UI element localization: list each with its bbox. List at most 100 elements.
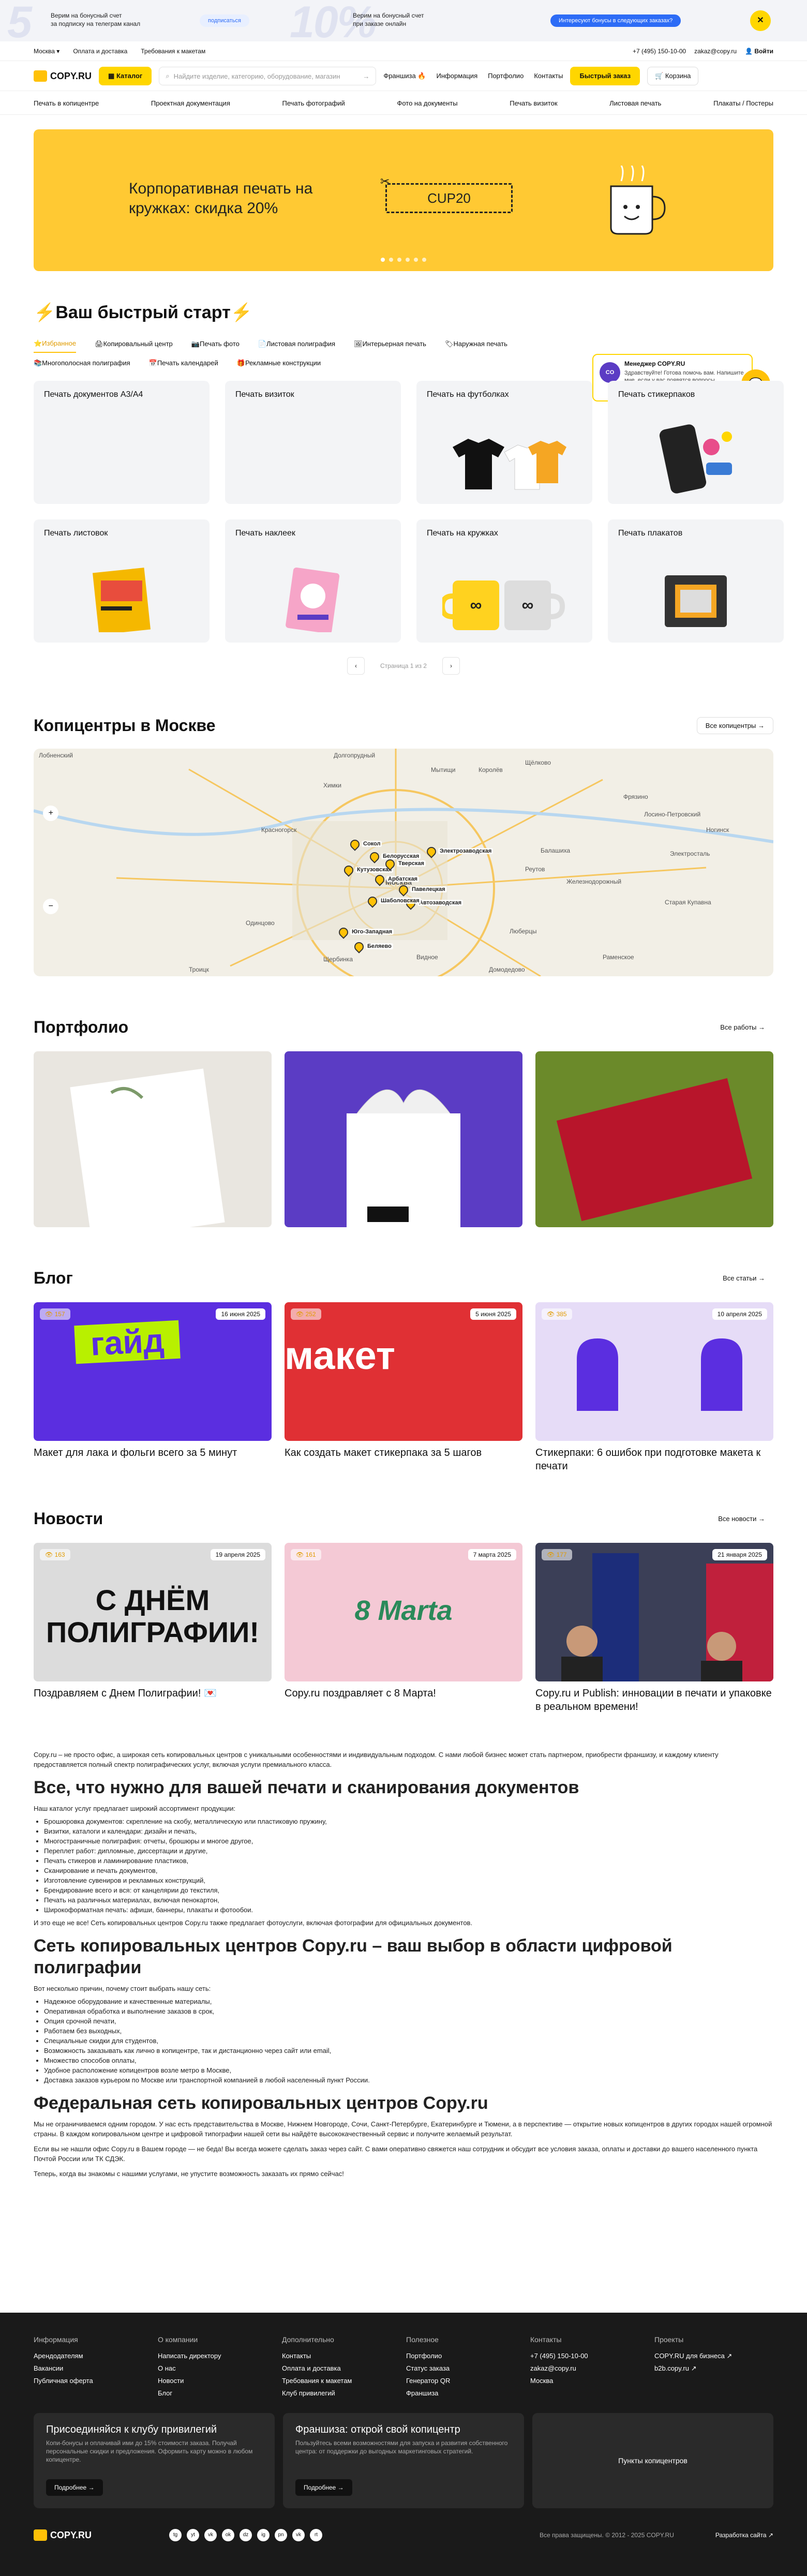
search-input[interactable]: ⌕ Найдите изделие, категорию, оборудовани…	[159, 67, 377, 85]
catnav-item[interactable]: Печать визиток	[510, 99, 557, 107]
footer-link[interactable]: Написать директору	[158, 2350, 282, 2362]
cart-button[interactable]: 🛒 Корзина	[647, 67, 699, 85]
city-select[interactable]: Москва ▾	[34, 48, 59, 55]
chevron-left-icon[interactable]: ‹	[347, 657, 365, 675]
product-card[interactable]: Печать наклеек	[225, 519, 401, 643]
product-card[interactable]: Печать на кружках ∞ ∞	[416, 519, 592, 643]
catalog-button[interactable]: ▦ Каталог	[99, 67, 152, 85]
telegram-icon[interactable]: tg	[169, 2529, 182, 2541]
tab-outdoor[interactable]: 🏷Наружная печать	[445, 335, 507, 353]
catnav-item[interactable]: Печать фотографий	[282, 99, 345, 107]
footer-link[interactable]: Москва	[530, 2375, 654, 2387]
blog-card[interactable]: 👁 385 10 апреля 2025 Стикерпаки: 6 ошибок…	[535, 1302, 773, 1473]
catnav-item[interactable]: Листовая печать	[609, 99, 661, 107]
catnav-item[interactable]: Печать в копицентре	[34, 99, 99, 107]
phone-link[interactable]: +7 (495) 150-10-00	[633, 48, 686, 55]
catnav-item[interactable]: Плакаты / Постеры	[713, 99, 773, 107]
arrow-right-icon[interactable]: →	[363, 72, 369, 80]
footer-link[interactable]: Франшиза	[406, 2387, 530, 2400]
all-works-link[interactable]: Все работы →	[712, 1019, 773, 1035]
tab-favorites[interactable]: ⭐Избранное	[34, 335, 77, 353]
franchise-more-button[interactable]: Подробнее →	[295, 2479, 352, 2496]
topline-link[interactable]: Требования к макетам	[141, 48, 205, 55]
all-centers-link[interactable]: Все копицентры →	[696, 717, 773, 734]
points-box[interactable]: Пункты копицентров	[532, 2413, 773, 2508]
tab-advertising[interactable]: 🎁Рекламные конструкции	[237, 355, 321, 371]
tab-sheet[interactable]: 📄Листовая полиграфия	[258, 335, 335, 353]
vk-icon[interactable]: vk	[204, 2529, 217, 2541]
logo[interactable]: COPY.RU	[34, 70, 92, 82]
nav-portfolio[interactable]: Портфолио	[488, 72, 524, 80]
link-label: Все копицентры	[705, 722, 756, 729]
all-news-link[interactable]: Все новости →	[710, 1511, 773, 1527]
vk-video-icon[interactable]: vk	[292, 2529, 305, 2541]
footer-link[interactable]: Статус заказа	[406, 2362, 530, 2375]
zoom-in-icon[interactable]: +	[43, 806, 58, 821]
news-card[interactable]: С ДНЁМ ПОЛИГРАФИИ! 👁 163 19 апреля 2025 П…	[34, 1543, 272, 1714]
tab-calendars[interactable]: 📅Печать календарей	[149, 355, 218, 371]
tab-copy-center[interactable]: 🖨Копировальный центр	[95, 335, 173, 353]
news-card[interactable]: 8 Marta 👁 161 7 марта 2025 Copy.ru поздра…	[285, 1543, 522, 1714]
blog-card[interactable]: гайд 👁 157 16 июня 2025 Макет для лака и …	[34, 1302, 272, 1473]
footer-link[interactable]: Блог	[158, 2387, 282, 2400]
footer-link[interactable]: Арендодателям	[34, 2350, 158, 2362]
blog-card[interactable]: макет 👁 252 5 июня 2025 Как создать макет…	[285, 1302, 522, 1473]
footer-link[interactable]: О нас	[158, 2362, 282, 2375]
close-icon[interactable]: ✕	[750, 10, 771, 31]
product-card[interactable]: Печать листовок	[34, 519, 210, 643]
chevron-right-icon[interactable]: ›	[442, 657, 460, 675]
ok-icon[interactable]: ok	[222, 2529, 235, 2541]
footer-link[interactable]: Контакты	[282, 2350, 406, 2362]
subscribe-button[interactable]: подписаться	[200, 14, 249, 27]
map-label: Королёв	[479, 766, 503, 773]
nav-info[interactable]: Информация	[437, 72, 478, 80]
topline-link[interactable]: Оплата и доставка	[73, 48, 127, 55]
all-articles-link[interactable]: Все статьи →	[714, 1270, 773, 1286]
footer-link[interactable]: Генератор QR	[406, 2375, 530, 2387]
zoom-out-icon[interactable]: −	[43, 899, 58, 914]
tab-photo[interactable]: 📷Печать фото	[191, 335, 240, 353]
instagram-icon[interactable]: ig	[257, 2529, 270, 2541]
footer-link[interactable]: b2b.copy.ru ↗	[654, 2362, 779, 2375]
pinterest-icon[interactable]: pn	[275, 2529, 288, 2541]
footer-logo[interactable]: COPY.RU	[34, 2529, 92, 2541]
promo-banner[interactable]: Корпоративная печать на кружках: скидка …	[34, 129, 773, 271]
footer-link[interactable]: zakaz@copy.ru	[530, 2362, 654, 2375]
footer-link[interactable]: COPY.RU для бизнеса ↗	[654, 2350, 779, 2362]
footer-link[interactable]: +7 (495) 150-10-00	[530, 2350, 654, 2362]
youtube-icon[interactable]: yt	[187, 2529, 200, 2541]
centers-map[interactable]: Лобненский Долгопрудный Мытищи Королёв Щ…	[34, 749, 773, 976]
product-card[interactable]: Печать документов А3/А4	[34, 381, 210, 504]
tab-multipage[interactable]: 📚Многополосная полиграфия	[34, 355, 130, 371]
product-card[interactable]: Печать плакатов	[608, 519, 784, 643]
footer-link[interactable]: Оплата и доставка	[282, 2362, 406, 2375]
club-more-button[interactable]: Подробнее →	[46, 2479, 103, 2496]
footer-link[interactable]: Новости	[158, 2375, 282, 2387]
email-link[interactable]: zakaz@copy.ru	[694, 48, 737, 55]
quick-order-button[interactable]: Быстрый заказ	[570, 67, 640, 85]
product-card[interactable]: Печать на футболках	[416, 381, 592, 504]
tab-interior[interactable]: 🖼Интерьерная печать	[354, 335, 426, 353]
footer-link[interactable]: Клуб привилегий	[282, 2387, 406, 2400]
nav-contacts[interactable]: Контакты	[534, 72, 563, 80]
banner-dots[interactable]	[381, 258, 426, 262]
footer-link[interactable]: Портфолио	[406, 2350, 530, 2362]
catnav-item[interactable]: Фото на документы	[397, 99, 457, 107]
footer-link[interactable]: Требования к макетам	[282, 2375, 406, 2387]
dev-link[interactable]: Разработка сайта ↗	[715, 2532, 773, 2539]
footer-link[interactable]: Вакансии	[34, 2362, 158, 2375]
dzen-icon[interactable]: dz	[240, 2529, 252, 2541]
portfolio-image[interactable]	[34, 1051, 272, 1227]
portfolio-image[interactable]	[285, 1051, 522, 1227]
nav-franchise[interactable]: Франшиза 🔥	[383, 72, 426, 80]
product-card[interactable]: Печать визиток	[225, 381, 401, 504]
footer-link[interactable]: Публичная оферта	[34, 2375, 158, 2387]
news-card[interactable]: 👁 177 21 января 2025 Copy.ru и Publish: и…	[535, 1543, 773, 1714]
seo-list-item: Множество способов оплаты,	[44, 2056, 773, 2065]
bonus-button[interactable]: Интересуют бонусы в следующих заказах?	[550, 14, 681, 27]
login-link[interactable]: 👤 Войти	[745, 48, 773, 55]
rutube-icon[interactable]: rt	[310, 2529, 323, 2541]
product-card[interactable]: Печать стикерпаков	[608, 381, 784, 504]
portfolio-image[interactable]	[535, 1051, 773, 1227]
catnav-item[interactable]: Проектная документация	[151, 99, 230, 107]
